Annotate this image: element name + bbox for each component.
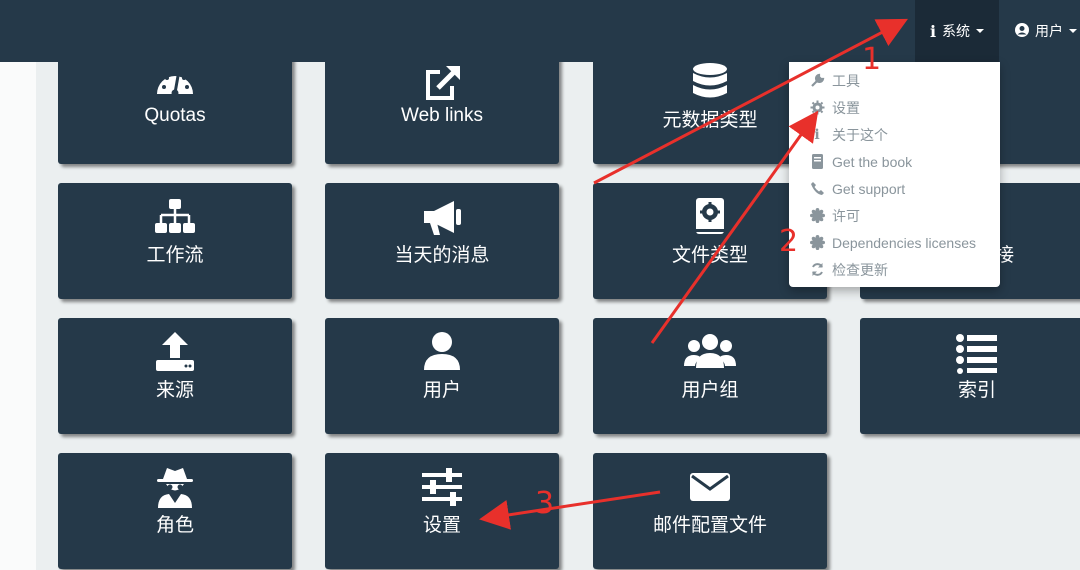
annotation-step-3: 3 <box>535 486 555 521</box>
tile-sources[interactable]: 来源 <box>58 318 292 434</box>
tile-quotas[interactable]: Quotas <box>58 48 292 164</box>
tile-users[interactable]: 用户 <box>325 318 559 434</box>
tile-settings[interactable]: 设置 <box>325 453 559 569</box>
menu-item-get-support[interactable]: Get support <box>789 175 1000 202</box>
annotation-step-1: 1 <box>862 42 882 77</box>
menu-item-check-updates[interactable]: 检查更新 <box>789 256 1000 283</box>
list-icon <box>860 330 1080 374</box>
sitemap-icon <box>58 195 292 239</box>
phone-icon <box>809 181 825 197</box>
tile-label: 来源 <box>155 380 194 401</box>
top-navbar: i 系统 用户 <box>0 0 1080 62</box>
menu-item-about[interactable]: i 关于这个 <box>789 121 1000 148</box>
tile-label: 接 <box>995 245 1015 266</box>
user-icon <box>325 330 559 374</box>
system-menu-button[interactable]: i 系统 <box>915 0 999 62</box>
user-secret-icon <box>58 465 292 509</box>
user-circle-icon <box>1015 22 1029 40</box>
bullhorn-icon <box>325 195 559 239</box>
system-menu-label: 系统 <box>942 23 971 39</box>
certificate-icon <box>809 235 825 251</box>
info-icon: i <box>814 126 820 143</box>
tile-roles[interactable]: 角色 <box>58 453 292 569</box>
book-icon <box>809 154 825 170</box>
tile-label: 当天的消息 <box>394 245 490 266</box>
tile-label: 用户组 <box>681 380 739 401</box>
menu-item-settings[interactable]: 设置 <box>789 94 1000 121</box>
tile-label: Quotas <box>144 105 206 126</box>
wrench-icon <box>809 73 825 89</box>
tile-workflow[interactable]: 工作流 <box>58 183 292 299</box>
tile-label: 用户 <box>422 380 461 401</box>
tile-label: 索引 <box>957 380 996 401</box>
caret-down-icon <box>976 29 985 33</box>
info-icon: i <box>929 21 937 41</box>
sliders-icon <box>325 465 559 509</box>
menu-item-dependencies-licenses[interactable]: Dependencies licenses <box>789 229 1000 256</box>
tile-label: Web links <box>400 105 483 126</box>
left-sidebar-strip <box>0 0 36 570</box>
external-link-icon <box>325 60 559 104</box>
upload-icon <box>58 330 292 374</box>
refresh-icon <box>809 262 825 278</box>
menu-item-get-the-book[interactable]: Get the book <box>789 148 1000 175</box>
annotation-step-2: 2 <box>779 224 799 259</box>
users-icon <box>593 330 827 374</box>
tile-message-of-the-day[interactable]: 当天的消息 <box>325 183 559 299</box>
system-dropdown-menu: 工具 设置 i 关于这个 Get the book Get support 许可… <box>789 62 1000 287</box>
tile-label: 设置 <box>422 515 461 536</box>
gauge-icon <box>58 60 292 104</box>
tile-groups[interactable]: 用户组 <box>593 318 827 434</box>
user-menu-button[interactable]: 用户 <box>1003 0 1080 62</box>
tile-label: 角色 <box>155 515 194 536</box>
menu-item-tools[interactable]: 工具 <box>789 67 1000 94</box>
tile-indexes[interactable]: 索引 <box>860 318 1080 434</box>
envelope-icon <box>593 465 827 509</box>
gear-icon <box>809 100 825 116</box>
user-menu-label: 用户 <box>1035 23 1063 39</box>
tile-web-links[interactable]: Web links <box>325 48 559 164</box>
tile-label: 工作流 <box>146 245 204 266</box>
tile-label: 邮件配置文件 <box>652 515 767 536</box>
menu-item-license[interactable]: 许可 <box>789 202 1000 229</box>
caret-down-icon <box>1069 29 1077 33</box>
tile-mail-profiles[interactable]: 邮件配置文件 <box>593 453 827 569</box>
certificate-icon <box>809 208 825 224</box>
